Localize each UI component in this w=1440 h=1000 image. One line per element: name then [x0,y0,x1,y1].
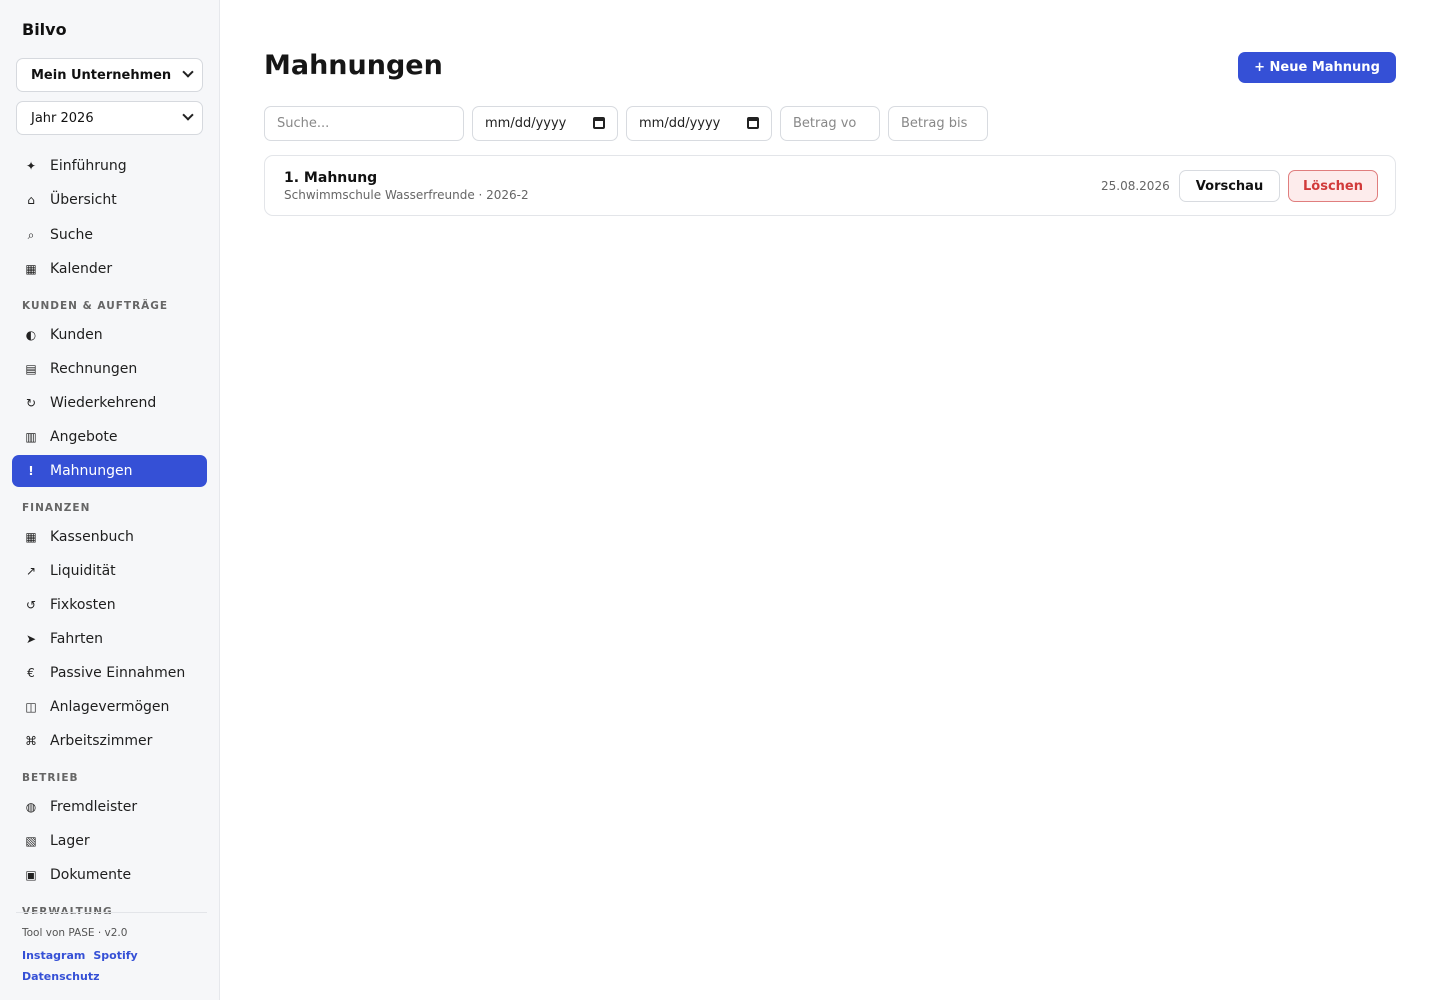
sidebar-item-angebote[interactable]: ▥ Angebote [12,421,207,453]
sidebar-item-label: Angebote [50,429,118,445]
reminder-list-item[interactable]: 1. Mahnung Schwimmschule Wasserfreunde ·… [264,155,1396,216]
date-from-input[interactable]: mm/dd/yyyy [472,106,618,141]
sidebar-item-label: Rechnungen [50,361,138,377]
home-icon: ⌂ [27,193,35,207]
sidebar-item-label: Lager [50,833,90,849]
year-select[interactable]: Jahr 2026 [16,101,203,135]
sidebar-item-label: Wiederkehrend [50,395,157,411]
company-select-value: Mein Unternehmen [31,67,172,83]
sidebar-item-wiederkehrend[interactable]: ↻ Wiederkehrend [12,387,207,419]
search-icon: ⌕ [27,227,35,242]
search-placeholder: Suche... [277,116,330,131]
date-to-value: mm/dd/yyyy [639,116,721,131]
sidebar-item-anlagevermoegen[interactable]: ◫ Anlagevermögen [12,691,207,723]
sidebar-item-fahrten[interactable]: ➤ Fahrten [12,623,207,655]
calendar-icon[interactable] [747,117,759,129]
calendar-icon[interactable] [593,117,605,129]
section-title-finanzen: FINANZEN [22,502,91,514]
spotify-link[interactable]: Spotify [93,949,137,962]
sidebar-item-label: Einführung [50,158,127,174]
sparkle-icon: ✦ [25,159,37,173]
sidebar-item-dokumente[interactable]: ▣ Dokumente [12,859,207,891]
sidebar-item-kunden[interactable]: ◐ Kunden [12,319,207,351]
new-reminder-button[interactable]: + Neue Mahnung [1238,52,1396,83]
sidebar-item-label: Kalender [50,261,113,277]
cashbook-icon: ▦ [25,530,37,544]
sidebar-item-lager[interactable]: ▧ Lager [12,825,207,857]
amount-from-placeholder: Betrag vo [793,116,857,131]
sidebar-item-label: Arbeitszimmer [50,733,153,749]
sidebar-item-passive-einnahmen[interactable]: € Passive Einnahmen [12,657,207,689]
calendar-icon: ▦ [25,262,37,276]
warehouse-icon: ▧ [25,834,37,848]
sidebar-item-kassenbuch[interactable]: ▦ Kassenbuch [12,521,207,553]
sidebar-item-label: Liquidität [50,563,116,579]
document-icon: ▣ [25,868,37,882]
sidebar-item-label: Fahrten [50,631,103,647]
sidebar-item-label: Passive Einnahmen [50,665,186,681]
sidebar-item-label: Mahnungen [50,463,133,479]
year-select-value: Jahr 2026 [31,110,94,126]
footer-links: Instagram Spotify Datenschutz [22,944,207,986]
sidebar-item-mahnungen[interactable]: ! Mahnungen [12,455,207,487]
sidebar-item-label: Fixkosten [50,597,116,613]
main-content: Mahnungen + Neue Mahnung Suche... mm/dd/… [220,0,1440,1000]
amount-from-input[interactable]: Betrag vo [780,106,880,141]
sidebar-item-label: Dokumente [50,867,132,883]
chevron-down-icon [182,109,194,121]
instagram-link[interactable]: Instagram [22,949,85,962]
trend-up-icon: ↗ [25,564,37,578]
amount-to-input[interactable]: Betrag bis [888,106,988,141]
sidebar-item-fremdleister[interactable]: ◍ Fremdleister [12,791,207,823]
date-to-input[interactable]: mm/dd/yyyy [626,106,772,141]
page-title: Mahnungen [264,50,443,81]
arrow-icon: ➤ [25,632,37,646]
command-icon: ⌘ [25,734,37,748]
sidebar-nav[interactable]: ✦ Einführung ⌂ Übersicht ⌕ Suche ▦ Kalen… [0,148,219,914]
sidebar-item-rechnungen[interactable]: ▤ Rechnungen [12,353,207,385]
reminder-date: 25.08.2026 [1101,179,1170,193]
euro-icon: € [27,666,35,680]
sidebar-item-label: Kassenbuch [50,529,134,545]
reminder-subtitle: Schwimmschule Wasserfreunde · 2026-2 [284,188,529,202]
section-title-betrieb: BETRIEB [22,772,79,784]
privacy-link[interactable]: Datenschutz [22,970,100,983]
exclamation-icon: ! [28,464,34,478]
sidebar-item-uebersicht[interactable]: ⌂ Übersicht [12,184,207,216]
date-from-value: mm/dd/yyyy [485,116,567,131]
sidebar-item-label: Anlagevermögen [50,699,170,715]
search-input[interactable]: Suche... [264,106,464,141]
sidebar-item-label: Übersicht [50,192,117,208]
amount-to-placeholder: Betrag bis [901,116,968,131]
sidebar-item-einfuehrung[interactable]: ✦ Einführung [12,150,207,182]
sidebar-item-kalender[interactable]: ▦ Kalender [12,253,207,285]
brand-logo: Bilvo [22,20,67,39]
sidebar-item-label: Kunden [50,327,103,343]
reminder-title: 1. Mahnung [284,170,378,186]
contractor-icon: ◍ [25,800,37,814]
sidebar-item-fixkosten[interactable]: ↺ Fixkosten [12,589,207,621]
sidebar-item-liquiditaet[interactable]: ↗ Liquidität [12,555,207,587]
offer-icon: ▥ [25,430,37,444]
invoice-icon: ▤ [25,362,37,376]
recurring-icon: ↻ [25,396,37,410]
company-select[interactable]: Mein Unternehmen [16,58,203,92]
sidebar-item-label: Suche [50,227,93,243]
customers-icon: ◐ [25,328,37,342]
preview-button[interactable]: Vorschau [1179,170,1280,202]
section-title-kunden: KUNDEN & AUFTRÄGE [22,300,169,312]
version-text: Tool von PASE · v2.0 [22,927,128,939]
sidebar-item-arbeitszimmer[interactable]: ⌘ Arbeitszimmer [12,725,207,757]
sidebar-footer: Tool von PASE · v2.0 Instagram Spotify Da… [16,912,207,986]
refresh-icon: ↺ [25,598,37,612]
chevron-down-icon [182,66,194,78]
delete-button[interactable]: Löschen [1288,170,1378,202]
sidebar-item-label: Fremdleister [50,799,138,815]
assets-icon: ◫ [25,700,37,714]
sidebar-item-suche[interactable]: ⌕ Suche [12,219,207,251]
sidebar: Bilvo Mein Unternehmen Jahr 2026 ✦ Einfü… [0,0,220,1000]
